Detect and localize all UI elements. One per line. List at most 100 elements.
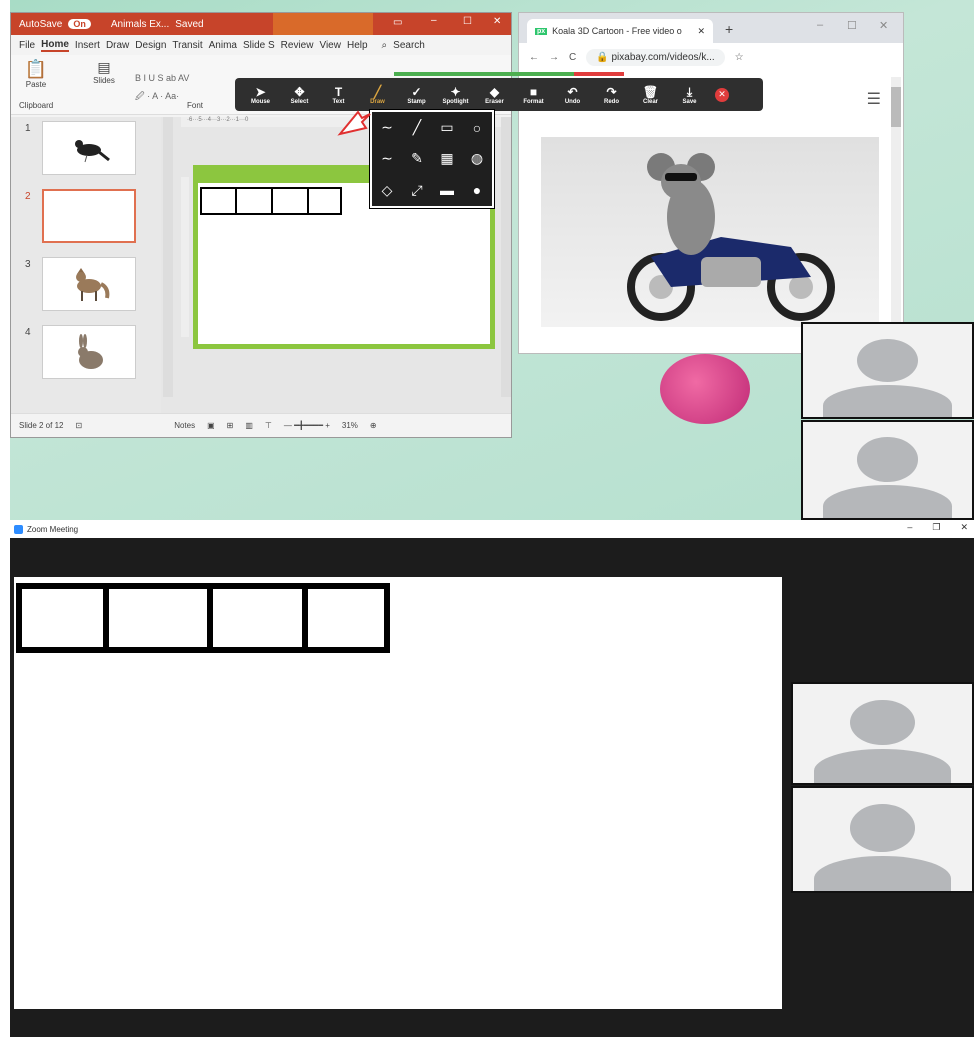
close-icon[interactable]: ✕	[960, 522, 968, 533]
menu-slideshow[interactable]: Slide S	[243, 40, 275, 51]
filled-rectangle-icon[interactable]: ▬	[440, 182, 454, 198]
avatar-icon	[857, 437, 918, 482]
accessibility-icon[interactable]: ⊡	[75, 421, 82, 430]
hollow-ellipse-icon[interactable]: ○	[473, 120, 481, 136]
undo-icon: ↶	[567, 84, 578, 99]
annotate-tool-spotlight[interactable]: ✦ Spotlight	[436, 78, 475, 111]
font-format-buttons[interactable]: B I U S ab AV	[135, 73, 189, 83]
browser-tab-active[interactable]: px Koala 3D Cartoon - Free video o ✕	[527, 19, 713, 43]
diamond-icon[interactable]: ◇	[382, 182, 393, 199]
slide-thumb-4[interactable]	[42, 325, 136, 379]
normal-view-icon[interactable]: ▣	[207, 421, 215, 430]
shared-slide-view[interactable]	[14, 577, 782, 1009]
search-label[interactable]: Search	[393, 40, 425, 51]
menu-help[interactable]: Help	[347, 40, 368, 51]
annotate-tool-format[interactable]: ■ Format	[514, 78, 553, 111]
straight-line-icon[interactable]: ╱	[413, 119, 421, 136]
annotate-tool-stamp[interactable]: ✓ Stamp	[397, 78, 436, 111]
slide-count: Slide 2 of 12	[19, 421, 64, 430]
thumb-scrollbar[interactable]	[163, 117, 173, 397]
zoom-slider[interactable]: — ━╋━━━━ +	[284, 421, 330, 430]
annotate-tool-redo[interactable]: ↷ Redo	[592, 78, 631, 111]
font-color-buttons[interactable]: 🖉 · A · Aa·	[135, 89, 179, 105]
ribbon-display-icon[interactable]: ▭	[393, 17, 402, 28]
globe-icon[interactable]: ◍	[471, 150, 483, 167]
forward-icon[interactable]: →	[549, 52, 559, 63]
browser-scrollbar[interactable]	[891, 77, 901, 347]
annotate-tool-draw[interactable]: ╱ Draw	[358, 78, 397, 111]
maximize-icon[interactable]: ☐	[463, 16, 472, 27]
url-text: pixabay.com/videos/k...	[611, 51, 715, 63]
bold-freehand-icon[interactable]: ∼	[381, 150, 393, 167]
tool-label: Mouse	[250, 98, 270, 105]
annotate-tool-text[interactable]: T Text	[319, 78, 358, 111]
slides-button[interactable]: ▤ Slides	[89, 59, 119, 85]
move-icon: ✥	[294, 84, 305, 99]
browser-address-row: ← → C 🔒 pixabay.com/videos/k... ☆	[519, 43, 903, 71]
zoom-logo-icon	[14, 524, 23, 534]
participant-video-1[interactable]	[801, 322, 974, 419]
save-icon: ⤓	[686, 84, 693, 99]
restore-icon[interactable]: ❐	[932, 522, 940, 533]
close-annotation-icon[interactable]: ✕	[715, 87, 729, 102]
highlighter-icon[interactable]: ✎	[411, 150, 423, 167]
tab-title: Koala 3D Cartoon - Free video o	[552, 26, 682, 36]
maximize-icon[interactable]: ☐	[847, 19, 857, 32]
hamburger-menu-icon[interactable]: ☰	[867, 89, 881, 109]
new-tab-icon[interactable]: +	[725, 21, 733, 37]
minimize-icon[interactable]: –	[907, 522, 912, 533]
participant-video-1[interactable]	[791, 682, 974, 785]
slide-thumb-3[interactable]	[42, 257, 136, 311]
menu-design[interactable]: Design	[135, 40, 166, 51]
thumb-num: 1	[25, 123, 31, 134]
bookmark-star-icon[interactable]: ☆	[735, 52, 744, 63]
participant-video-2[interactable]	[801, 420, 974, 520]
menu-draw[interactable]: Draw	[106, 40, 129, 51]
minimize-icon[interactable]: –	[431, 15, 437, 26]
slide-thumb-1[interactable]	[42, 121, 136, 175]
autosave-toggle[interactable]: On	[68, 19, 91, 29]
annotate-tool-clear[interactable]: 🗑 Clear	[631, 78, 670, 111]
koala-video-thumbnail[interactable]	[541, 137, 879, 327]
reading-view-icon[interactable]: ▥	[245, 421, 253, 430]
reload-icon[interactable]: C	[569, 52, 576, 63]
annotate-tool-undo[interactable]: ↶ Undo	[553, 78, 592, 111]
annotate-tool-save[interactable]: ⤓ Save	[670, 78, 709, 111]
close-icon[interactable]: ✕	[493, 16, 501, 27]
annotate-tool-mouse[interactable]: ➤ Mouse	[241, 78, 280, 111]
fit-slide-icon[interactable]: ⊕	[370, 421, 377, 430]
hollow-rectangle-icon[interactable]: ▭	[440, 119, 453, 136]
menu-file[interactable]: File	[19, 40, 35, 51]
slide-scrollbar[interactable]	[501, 117, 511, 397]
slideshow-icon[interactable]: ⊤	[265, 421, 272, 430]
tool-label: Spotlight	[442, 98, 469, 105]
freehand-line-icon[interactable]: ∼	[381, 119, 393, 136]
menu-review[interactable]: Review	[281, 40, 314, 51]
paste-button[interactable]: 📋 Paste	[21, 59, 51, 89]
filled-ellipse-icon[interactable]: ●	[473, 182, 481, 198]
menu-home[interactable]: Home	[41, 39, 69, 52]
menu-animations[interactable]: Anima	[209, 40, 237, 51]
koala-motorcycle-image	[627, 153, 835, 321]
grid-icon[interactable]: ▦	[440, 150, 453, 167]
annotate-tool-eraser[interactable]: ◆ Eraser	[475, 78, 514, 111]
minimize-icon[interactable]: –	[817, 19, 823, 31]
slide-thumbnail-pane: 1 2 3 4	[11, 117, 161, 413]
back-icon[interactable]: ←	[529, 52, 539, 63]
avatar-icon	[857, 338, 918, 382]
slide-thumb-2-selected[interactable]	[42, 189, 136, 243]
zoom-meeting-window: Zoom Meeting – ❐ ✕	[10, 520, 974, 1037]
menu-transitions[interactable]: Transit	[172, 40, 202, 51]
participant-video-2[interactable]	[791, 786, 974, 893]
double-arrow-icon[interactable]: ⤢	[411, 182, 422, 199]
lock-icon: 🔒	[596, 51, 612, 63]
menu-insert[interactable]: Insert	[75, 40, 100, 51]
search-icon[interactable]: ⌕	[382, 40, 388, 51]
menu-view[interactable]: View	[319, 40, 341, 51]
annotate-tool-select[interactable]: ✥ Select	[280, 78, 319, 111]
notes-button[interactable]: Notes	[174, 421, 195, 430]
sorter-view-icon[interactable]: ⊞	[227, 421, 234, 430]
address-bar[interactable]: 🔒 pixabay.com/videos/k...	[586, 48, 725, 66]
tab-close-icon[interactable]: ✕	[697, 26, 713, 37]
close-icon[interactable]: ✕	[879, 19, 888, 32]
